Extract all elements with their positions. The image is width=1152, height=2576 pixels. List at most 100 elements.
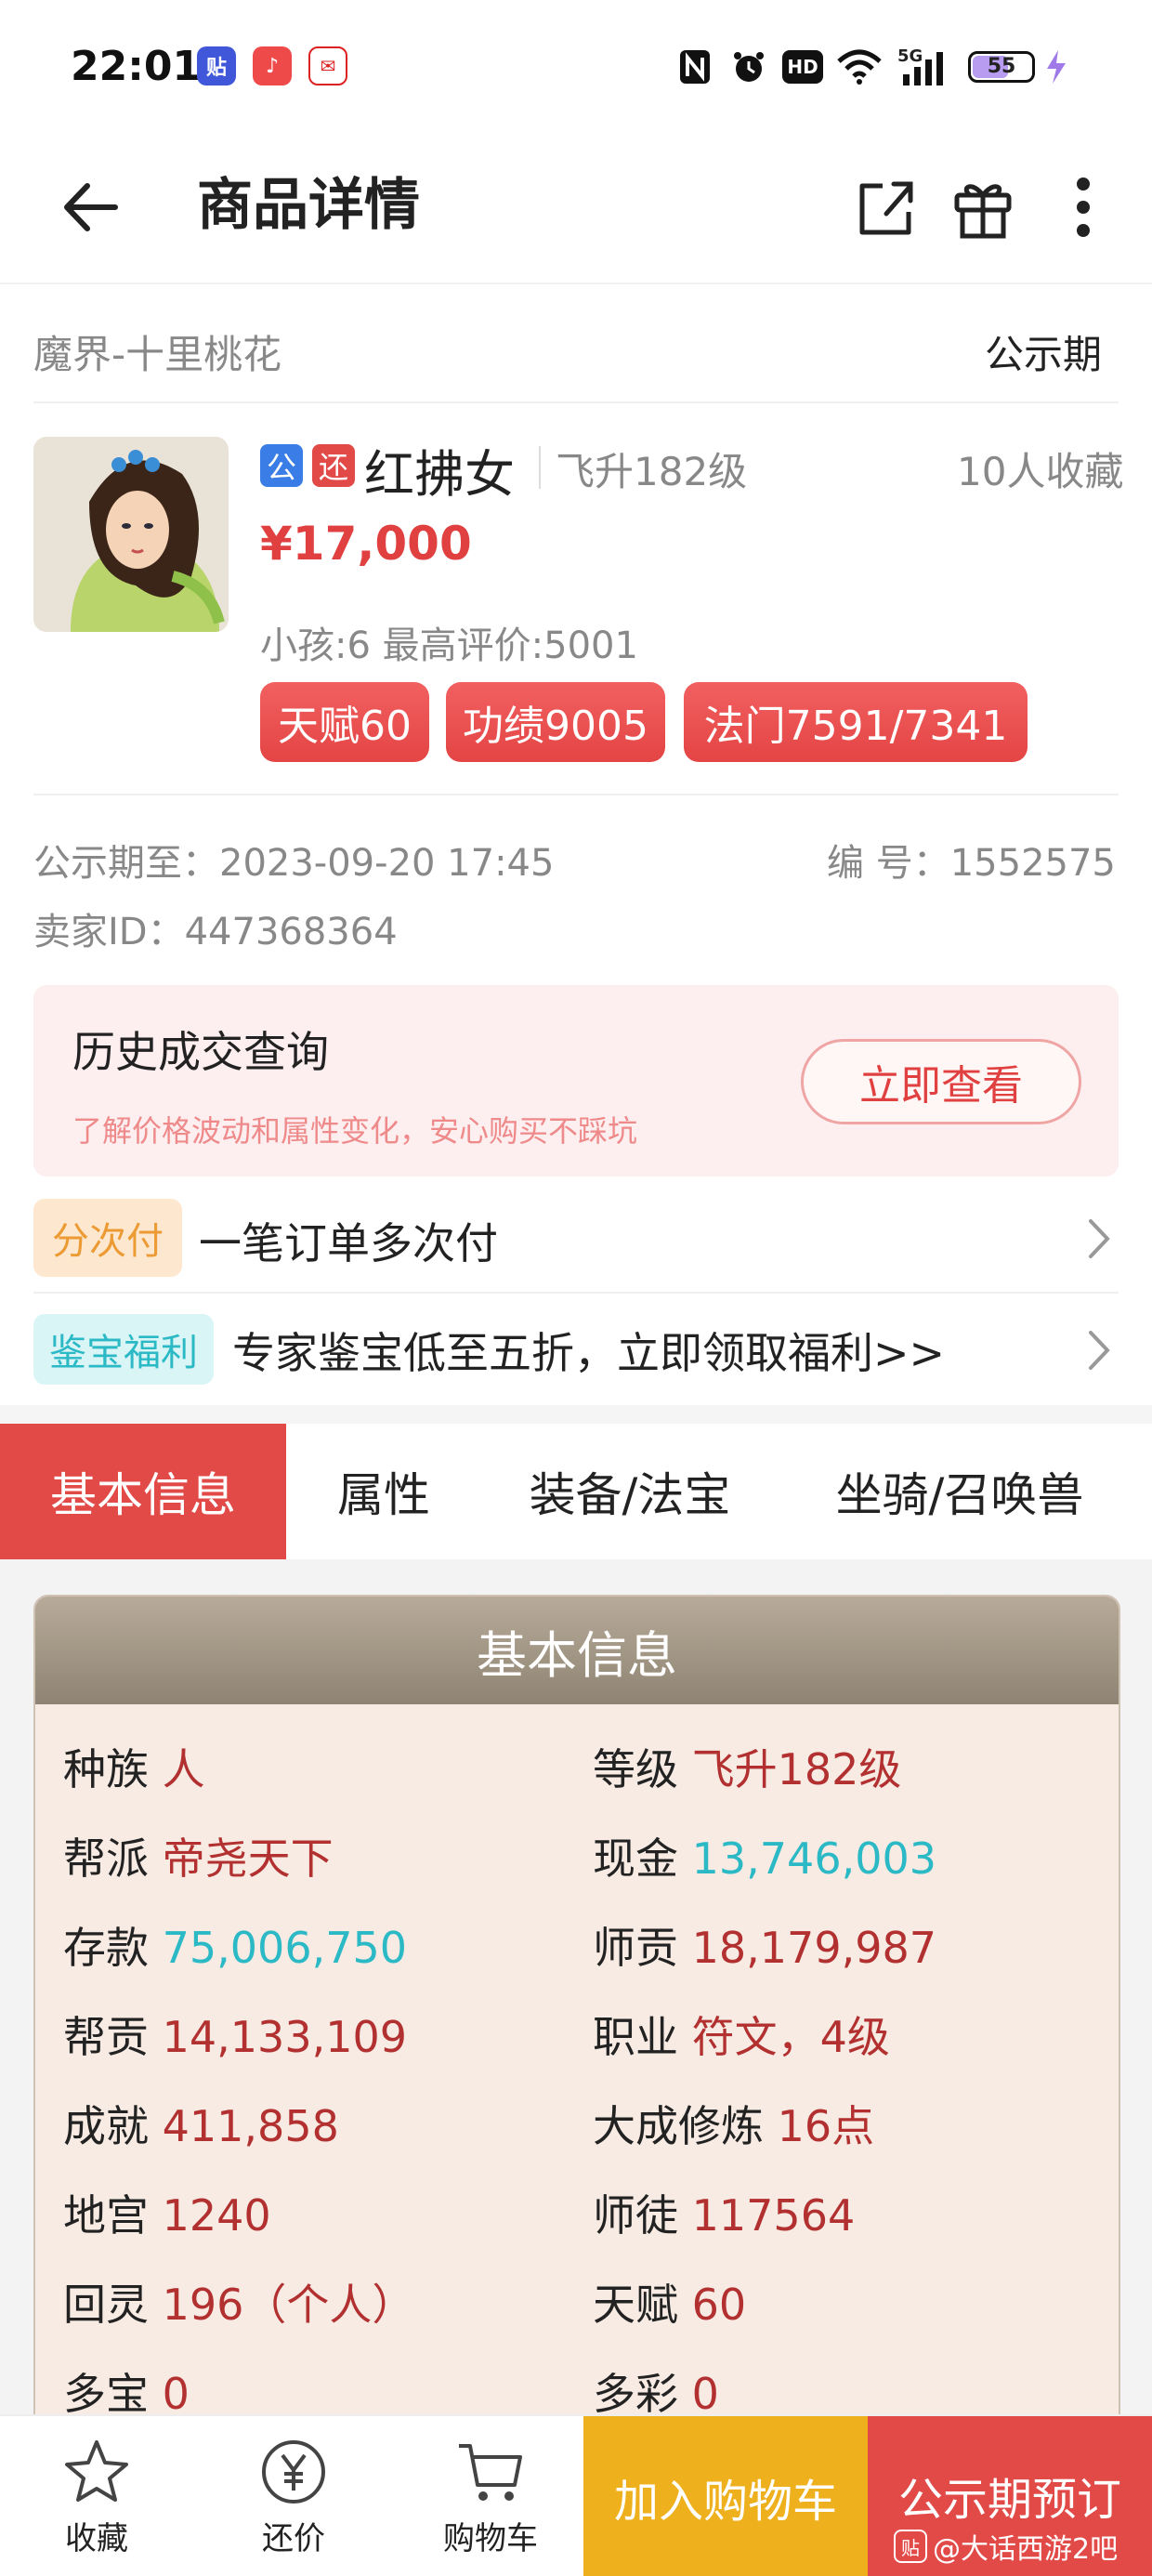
- appraisal-badge: 鉴宝福利: [33, 1314, 214, 1385]
- info-value: 18,179,987: [691, 1923, 937, 1973]
- bargain-label: 还价: [262, 2519, 325, 2557]
- favorite-label: 收藏: [65, 2519, 128, 2557]
- serial-label: 编 号：: [827, 842, 950, 885]
- character-level: 飞升182级: [556, 449, 748, 494]
- installment-badge: 分次付: [33, 1199, 182, 1277]
- promo-installment-row[interactable]: 分次付 一笔订单多次付: [0, 1191, 1152, 1294]
- public-until-label: 公示期至：: [33, 842, 219, 885]
- info-colorful: 多彩 0: [593, 2360, 719, 2422]
- tab-equipment[interactable]: 装备/法宝: [481, 1424, 779, 1559]
- dharma-tag: 法门7591/7341: [684, 682, 1028, 762]
- info-value: 60: [691, 2280, 747, 2330]
- tieba-icon: 贴: [197, 46, 236, 85]
- info-deposit: 存款 75,006,750: [63, 1914, 407, 1976]
- chevron-right-icon: [1087, 1217, 1111, 1264]
- tab-bar: 基本信息 属性 装备/法宝 坐骑/召唤兽: [0, 1424, 1152, 1559]
- view-history-button[interactable]: 立即查看: [801, 1039, 1081, 1124]
- info-label: 帮贡: [63, 2012, 149, 2062]
- info-value: 117564: [691, 2190, 856, 2241]
- bargain-button[interactable]: 还价: [229, 2416, 359, 2576]
- divider: [33, 401, 1119, 403]
- info-achievement: 成就 411,858: [63, 2093, 339, 2154]
- info-value: 75,006,750: [162, 1923, 408, 1973]
- section-gap: [0, 1405, 1152, 1424]
- divider: [539, 446, 541, 489]
- price: ¥17,000: [260, 517, 472, 571]
- serial-value: 1552575: [949, 842, 1116, 885]
- hd-icon: HD: [782, 46, 823, 87]
- cart-icon: [459, 2443, 522, 2501]
- info-talent: 天赋 60: [593, 2271, 746, 2333]
- charging-icon: [1042, 46, 1070, 87]
- info-label: 地宫: [63, 2190, 149, 2241]
- info-cash: 现金 13,746,003: [593, 1825, 936, 1886]
- promo-appraisal-row[interactable]: 鉴宝福利 专家鉴宝低至五折，立即领取福利>>: [0, 1307, 1152, 1409]
- signal-icon: 5G: [894, 46, 949, 87]
- gift-icon[interactable]: [949, 165, 1016, 249]
- server-name: 魔界-十里桃花: [33, 332, 282, 377]
- info-label: 存款: [63, 1923, 149, 1973]
- watermark-text: @大话西游2吧: [933, 2533, 1119, 2566]
- wifi-icon: [834, 46, 884, 87]
- seller-label: 卖家ID：: [33, 911, 185, 953]
- favorite-button[interactable]: 收藏: [32, 2416, 162, 2576]
- cart-label: 购物车: [443, 2519, 538, 2557]
- public-badge: 公: [260, 444, 303, 487]
- bargain-badge: 还: [312, 444, 355, 487]
- favorite-count: 10人收藏: [957, 449, 1124, 494]
- info-value: 0: [162, 2369, 190, 2419]
- info-race: 种族 人: [63, 1736, 205, 1797]
- cart-button[interactable]: 购物车: [425, 2416, 556, 2576]
- talent-tag: 天赋60: [260, 682, 429, 762]
- share-icon[interactable]: [853, 165, 918, 249]
- info-value: 符文，4级: [691, 2012, 890, 2062]
- bottom-action-bar: 收藏 还价 购物车 加入购物车 公示期预订 贴 @大话西游2吧: [0, 2414, 1152, 2576]
- character-name: 红拂女: [364, 445, 515, 504]
- info-label: 等级: [593, 1744, 678, 1794]
- page-title: 商品详情: [197, 173, 420, 238]
- public-until-value: 2023-09-20 17:45: [219, 842, 555, 885]
- tab-mounts-pets[interactable]: 坐骑/召唤兽: [779, 1424, 1141, 1559]
- music-icon: ♪: [253, 46, 292, 85]
- info-value: 16点: [777, 2101, 875, 2151]
- tieba-icon: 贴: [894, 2530, 927, 2563]
- yuan-icon: [262, 2439, 325, 2504]
- status-time: 22:01: [71, 43, 202, 90]
- info-label: 多宝: [63, 2369, 149, 2419]
- info-label: 师徒: [593, 2190, 678, 2241]
- info-label: 现金: [593, 1833, 678, 1884]
- battery-icon: 55: [966, 46, 1037, 87]
- mail-icon: ✉: [308, 46, 347, 85]
- info-value: 14,133,109: [162, 2012, 408, 2062]
- merit-tag: 功绩9005: [446, 682, 665, 762]
- listing-status: 公示期: [985, 332, 1103, 377]
- add-to-cart-button[interactable]: 加入购物车: [583, 2416, 868, 2576]
- more-icon[interactable]: [1067, 165, 1100, 249]
- history-card: 历史成交查询 了解价格波动和属性变化，安心购买不踩坑 立即查看: [33, 985, 1119, 1176]
- tab-basic-info[interactable]: 基本信息: [0, 1424, 286, 1559]
- character-avatar[interactable]: [33, 437, 229, 632]
- appraisal-text: 专家鉴宝低至五折，立即领取福利>>: [232, 1328, 946, 1378]
- back-arrow-icon[interactable]: [56, 165, 130, 249]
- nfc-icon: [676, 46, 713, 87]
- info-value: 13,746,003: [691, 1833, 937, 1884]
- info-value: 196（个人）: [162, 2280, 415, 2330]
- divider: [33, 794, 1119, 795]
- info-label: 师贡: [593, 1923, 678, 1973]
- info-mentorship: 师徒 117564: [593, 2182, 855, 2243]
- info-label: 回灵: [63, 2280, 149, 2330]
- info-cultivation: 大成修炼 16点: [593, 2093, 874, 2154]
- history-title: 历史成交查询: [72, 1027, 329, 1077]
- product-meta: 小孩:6 最高评价:5001: [260, 624, 638, 667]
- info-profession: 职业 符文，4级: [593, 2004, 890, 2065]
- info-palace: 地宫 1240: [63, 2182, 271, 2243]
- seller-value: 447368364: [184, 911, 398, 953]
- watermark: 贴 @大话西游2吧: [894, 2526, 1118, 2567]
- serial-number: 编 号：1552575: [827, 833, 1116, 887]
- installment-text: 一笔订单多次付: [199, 1218, 498, 1268]
- chevron-right-icon: [1087, 1329, 1111, 1375]
- info-value: 0: [691, 2369, 719, 2419]
- tab-attributes[interactable]: 属性: [286, 1424, 481, 1559]
- info-guild: 帮派 帝尧天下: [63, 1825, 334, 1886]
- seller-id: 卖家ID：447368364: [33, 901, 398, 955]
